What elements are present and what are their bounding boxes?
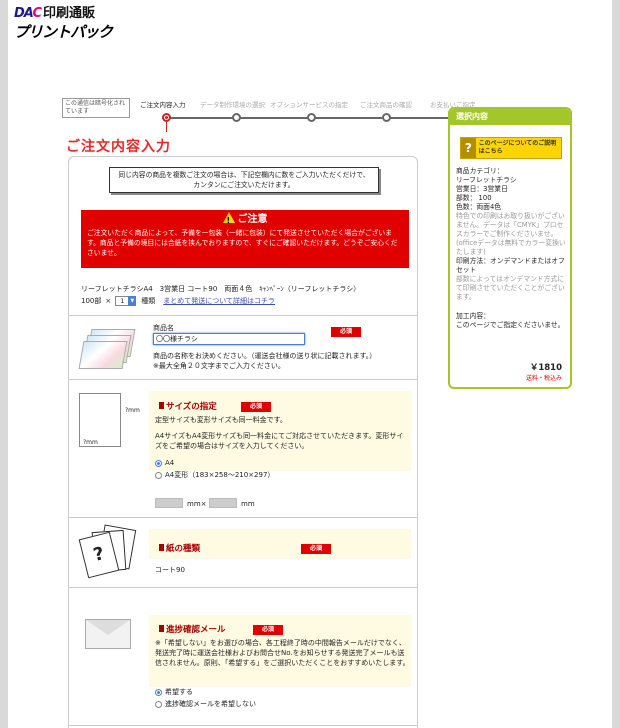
page-title: ご注文内容入力 [66,139,171,155]
size-option-label: A4変形（183×258～210×297） [165,471,275,479]
divider [69,725,417,726]
sidebar-title: 選択内容 [450,109,570,125]
radio-dot[interactable] [155,471,162,479]
product-name-input[interactable]: 〇〇様チラシ [153,333,305,345]
chevron-down-icon[interactable]: ▼ [128,296,137,306]
mail-option-no[interactable]: 進捗確認メールを希望しない [155,699,256,709]
required-badge: 必須 [253,625,283,635]
product-image [78,327,139,369]
radio-dot[interactable] [155,688,162,696]
size-note: 定型サイズも変形サイズも同一料金です。 [155,416,287,424]
unit-label: mm [241,500,255,508]
mail-description: ※「希望しない」をお選びの場合、各工程終了時の中間報告メールだけでなく、発送完了… [155,639,410,667]
color-note: 特色での印刷はお取り扱いがございません。データは「CMYK」プロセスカラーでご制… [456,212,566,256]
logo[interactable]: DAC 印刷通販 プリントパック [14,6,124,46]
selection-sidebar: 選択内容 ? このページについてのご説明はこちら 商品カテゴリ： リーフレットチ… [448,107,572,389]
price-note: 送料・税込み [525,375,562,382]
step-pointer [166,122,167,132]
step-data-env: データ制作環境の選択 [200,101,265,109]
page-help-button[interactable]: ? このページについてのご説明はこちら [460,137,562,159]
summary-spec: リーフレットチラシA4 3営業日 コート90 両面４色 ｷｬﾝﾍﾟｰﾝ（リーフレ… [81,285,361,293]
summary-qty: 100部 [81,297,102,305]
mail-title: 進捗確認メール [159,623,226,635]
size-option-label: A4 [165,459,175,467]
product-name-help: 商品の名称をお決めください。（運送会社様の送り状に記載されます。） [153,352,377,360]
mail-option-yes[interactable]: 希望する [155,687,193,697]
paper-question-icon: ? [78,524,141,579]
category-label: 商品カテゴリ： [456,167,504,175]
step-options: オプションサービスの指定 [270,101,348,109]
size-option-a4[interactable]: A4 [155,459,174,467]
custom-width-input[interactable] [155,498,183,508]
divider [69,517,417,518]
radio-dot[interactable] [155,700,162,708]
intro-note: 同じ内容の商品を複数ご注文の場合は、下記空欄内に数をご入力いただくだけで、カンタ… [109,167,379,193]
bulk-shipping-link[interactable]: まとめて発送について詳細はコチラ [163,295,275,307]
price: ￥1810 [529,363,562,373]
divider [69,379,417,380]
kinds-select[interactable]: 1 ▼ [115,296,137,306]
order-form: 同じ内容の商品を複数ご注文の場合は、下記空欄内に数をご入力いただくだけで、カンタ… [68,156,418,728]
required-badge: 必須 [331,327,361,337]
flyer-sample [78,341,128,369]
processing-label: 加工内容： [456,312,490,320]
envelope-icon [85,619,131,649]
colors: 色数：両面4色 [456,203,502,211]
size-description: A4サイズもA4変形サイズも同一料金にてご対応させていただきます。変形サイズをご… [155,432,404,450]
page: DAC 印刷通販 プリントパック この通信は暗号化されています ご注文内容入力 デ… [8,0,612,728]
logo-brand: DAC [14,6,42,21]
height-dim: ?mm [83,439,98,446]
logo-sub: 印刷通販 [43,6,96,21]
step-confirm: ご注文商品の確認 [360,101,412,109]
logo-top: DAC 印刷通販 [14,6,124,22]
step-order-input: ご注文内容入力 [140,101,186,109]
question-icon: ? [461,138,476,158]
selection-details: 商品カテゴリ： リーフレットチラシ 営業日：3営業日 部数： 100 色数：両面… [456,167,570,330]
step-dot [307,113,316,122]
product-name-limit: ※最大全角２０文字までご入力ください。 [153,362,285,370]
product-name-label: 商品名 [153,324,174,332]
times-sign: × [105,297,112,305]
step-dot [382,113,391,122]
required-badge: 必須 [241,402,271,412]
ssl-note: この通信は暗号化されています [62,98,130,118]
processing-value: このページでご指定くださいませ。 [456,321,565,329]
order-summary: リーフレットチラシA4 3営業日 コート90 両面４色 ｷｬﾝﾍﾟｰﾝ（リーフレ… [81,283,360,307]
caution-box: ご注意 ご注文いただく商品によって、予備を一包装（一緒に包装）にて発送させていた… [81,210,409,268]
divider [69,587,417,588]
unit-label: mm× [187,500,207,508]
warning-icon [222,212,235,229]
mail-option-label: 進捗確認メールを希望しない [165,700,256,708]
kinds-label: 種類 [141,297,156,305]
required-badge: 必須 [301,544,331,554]
print-method: 印刷方法：オンデマンドまたはオフセット [456,257,565,274]
kinds-value: 1 [120,297,125,305]
size-option-a4-custom[interactable]: A4変形（183×258～210×297） [155,470,274,480]
help-button-label: このページについてのご説明はこちら [478,140,557,155]
paper-title: 紙の種類 [159,542,200,554]
size-title: サイズの指定 [159,400,217,412]
width-dim: ?mm [125,407,140,414]
radio-dot[interactable] [155,459,162,467]
logo-name: プリントパック [14,23,113,41]
step-dot [232,113,241,122]
mail-option-label: 希望する [165,688,193,696]
paper-value: コート90 [155,566,185,574]
summary-qty-row: 100部 × 1 ▼ 種類 まとめて発送について詳細はコチラ [81,295,360,307]
method-note: 部数によってはオンデマンド方式にて印刷させていただくことがございます。 [456,275,565,301]
category-value: リーフレットチラシ [456,176,517,184]
step-dot [162,113,171,122]
caution-body: ご注文いただく商品によって、予備を一包装（一緒に包装）にて発送させていただく場合… [87,229,398,257]
divider [69,315,417,316]
business-days: 営業日：3営業日 [456,185,508,193]
caution-header: ご注意 [81,212,409,229]
custom-height-input[interactable] [209,498,237,508]
copies: 部数： 100 [456,194,492,202]
caution-title: ご注意 [237,214,268,225]
